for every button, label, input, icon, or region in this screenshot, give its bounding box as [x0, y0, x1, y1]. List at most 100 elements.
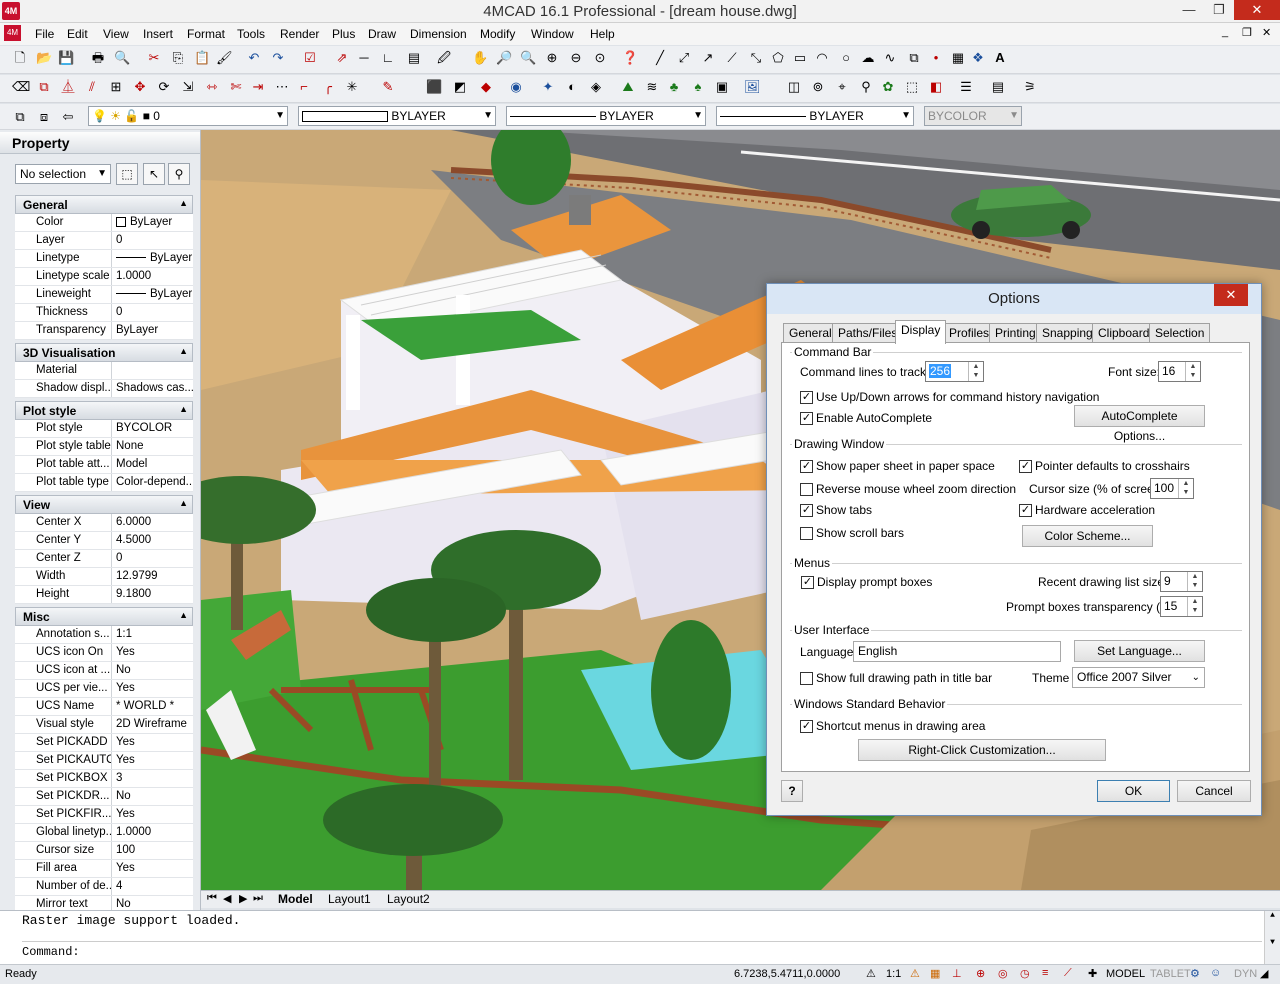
tab-layout1[interactable]: Layout1	[328, 892, 371, 906]
property-section-header[interactable]: View ▲	[15, 495, 193, 514]
property-row[interactable]: Center Z 0	[15, 550, 193, 568]
quick-select-icon[interactable]: ⚲	[168, 163, 190, 185]
circle-icon[interactable]: ○	[838, 50, 854, 66]
color-scheme-button[interactable]: Color Scheme...	[1022, 525, 1153, 547]
match-properties-icon[interactable]: 🖌	[216, 50, 233, 66]
zoom-in-icon[interactable]: ⊕	[544, 50, 560, 66]
tab-general[interactable]: General	[783, 323, 838, 343]
property-value[interactable]: 0	[112, 550, 193, 567]
menu-window[interactable]: Window	[531, 27, 574, 41]
property-value[interactable]: 6.0000	[112, 514, 193, 531]
zoom-window-icon[interactable]: 🔍	[520, 50, 536, 66]
redo-icon[interactable]: ↷	[270, 50, 286, 66]
user-icon[interactable]: ☺	[1210, 967, 1221, 979]
property-value[interactable]: BYCOLOR	[112, 420, 193, 437]
3d-solid-icon[interactable]: ◆	[478, 79, 494, 95]
property-value[interactable]: Yes	[112, 644, 193, 661]
property-row[interactable]: Linetype ByLayer	[15, 250, 193, 268]
prev-tab-icon[interactable]: ◀	[223, 892, 231, 905]
explode-icon[interactable]: ✳	[344, 79, 360, 95]
tab-display[interactable]: Display	[895, 320, 947, 344]
point-icon[interactable]: •	[928, 50, 944, 66]
annotation-scale[interactable]: 1:1	[886, 968, 901, 980]
dimension-icon[interactable]: ∟	[380, 50, 396, 66]
cancel-button[interactable]: Cancel	[1177, 780, 1251, 802]
help-icon[interactable]: ❓	[622, 50, 638, 66]
polygon-icon[interactable]: ⬠	[770, 50, 786, 66]
draw-xline-icon[interactable]: ⤢	[676, 50, 692, 66]
select-all-icon[interactable]: ⬚	[116, 163, 138, 185]
ok-button[interactable]: OK	[1097, 780, 1170, 802]
image-icon[interactable]: 🖼	[744, 79, 761, 95]
layer-previous-icon[interactable]: ⇦	[60, 109, 76, 125]
property-row[interactable]: Set PICKDR... No	[15, 788, 193, 806]
plant-icon[interactable]: ♠	[690, 79, 706, 95]
osnap-icon[interactable]: ◎	[998, 967, 1008, 980]
hide-icon[interactable]: ⬚	[904, 79, 920, 95]
document-icon[interactable]: 4M	[4, 25, 21, 41]
3d-box-icon[interactable]: ⬛	[426, 79, 442, 95]
property-value[interactable]: 100	[112, 842, 193, 859]
property-row[interactable]: Lineweight ByLayer	[15, 286, 193, 304]
property-row[interactable]: Plot table att... Model	[15, 456, 193, 474]
line-tool-icon[interactable]: ─	[356, 50, 372, 66]
scroll-bars-checkbox[interactable]	[800, 527, 813, 540]
zoom-realtime-icon[interactable]: 🔎	[496, 50, 512, 66]
lineweight-combo[interactable]: BYLAYER ▼	[716, 106, 914, 126]
collapse-icon[interactable]: ▲	[179, 198, 188, 208]
hatch-icon[interactable]: ▦	[950, 50, 966, 66]
shortcut-menus-checkbox[interactable]: ✓	[800, 720, 813, 733]
spinner-arrows-icon[interactable]: ▲ ▼	[1178, 479, 1193, 498]
property-row[interactable]: Material	[15, 362, 193, 380]
property-section-header[interactable]: General ▲	[15, 195, 193, 214]
right-click-customization-button[interactable]: Right-Click Customization...	[858, 739, 1106, 761]
menu-dimension[interactable]: Dimension	[410, 27, 467, 41]
tab-clipboard[interactable]: Clipboard	[1092, 323, 1156, 343]
property-value[interactable]: 4.5000	[112, 532, 193, 549]
scale-icon[interactable]: ⇲	[180, 79, 196, 95]
property-value[interactable]: 3	[112, 770, 193, 787]
property-row[interactable]: Set PICKFIR... Yes	[15, 806, 193, 824]
draw-line-icon[interactable]: ╱	[652, 50, 668, 66]
save-icon[interactable]: 💾	[58, 50, 74, 66]
property-row[interactable]: Thickness 0	[15, 304, 193, 322]
settings-icon[interactable]: ⚙	[1190, 967, 1200, 980]
linetype-combo[interactable]: BYLAYER ▼	[506, 106, 706, 126]
copy-icon[interactable]: ⎘	[170, 50, 186, 66]
property-value[interactable]: 2D Wireframe	[112, 716, 193, 733]
copy-object-icon[interactable]: ⧉	[36, 79, 52, 95]
property-row[interactable]: Cursor size 100	[15, 842, 193, 860]
property-value[interactable]: None	[112, 438, 193, 455]
restore-button[interactable]: ❐	[1204, 0, 1234, 20]
property-value[interactable]	[112, 362, 193, 379]
background-icon[interactable]: ▣	[714, 79, 730, 95]
command-scrollbar[interactable]: ▲ ▼	[1264, 911, 1280, 965]
cursor-size-spinner[interactable]: 100 ▲ ▼	[1150, 478, 1194, 499]
property-row[interactable]: Plot style BYCOLOR	[15, 420, 193, 438]
offset-icon[interactable]: ⫽	[84, 79, 100, 95]
zoom-extents-icon[interactable]: ⊙	[592, 50, 608, 66]
hw-accel-checkbox[interactable]: ✓	[1019, 504, 1032, 517]
dynucs-icon[interactable]: ⟋	[1064, 967, 1072, 980]
font-size-spinner[interactable]: 16 ▲ ▼	[1158, 361, 1201, 382]
new-icon[interactable]: 🗋	[12, 50, 28, 66]
property-row[interactable]: Set PICKBOX 3	[15, 770, 193, 788]
erase-icon[interactable]: ⌫	[12, 79, 30, 95]
minimize-button[interactable]: —	[1174, 0, 1204, 20]
property-value[interactable]: * WORLD *	[112, 698, 193, 715]
property-row[interactable]: Number of de... 4	[15, 878, 193, 896]
menu-help[interactable]: Help	[590, 27, 615, 41]
brush-icon[interactable]: 🖉	[436, 50, 452, 66]
property-value[interactable]: ByLayer	[112, 250, 193, 267]
array-icon[interactable]: ⊞	[108, 79, 124, 95]
material-icon[interactable]: ◐	[564, 79, 580, 95]
check-icon[interactable]: ☑	[302, 50, 318, 66]
property-row[interactable]: UCS per vie... Yes	[15, 680, 193, 698]
mdi-close-button[interactable]: ✕	[1262, 26, 1271, 39]
cut-icon[interactable]: ✂	[146, 50, 162, 66]
property-row[interactable]: Color ByLayer	[15, 214, 193, 232]
annotation-icon[interactable]: ⚠	[866, 967, 876, 980]
property-value[interactable]: No	[112, 788, 193, 805]
property-value[interactable]: 1.0000	[112, 824, 193, 841]
property-value[interactable]: Yes	[112, 734, 193, 751]
